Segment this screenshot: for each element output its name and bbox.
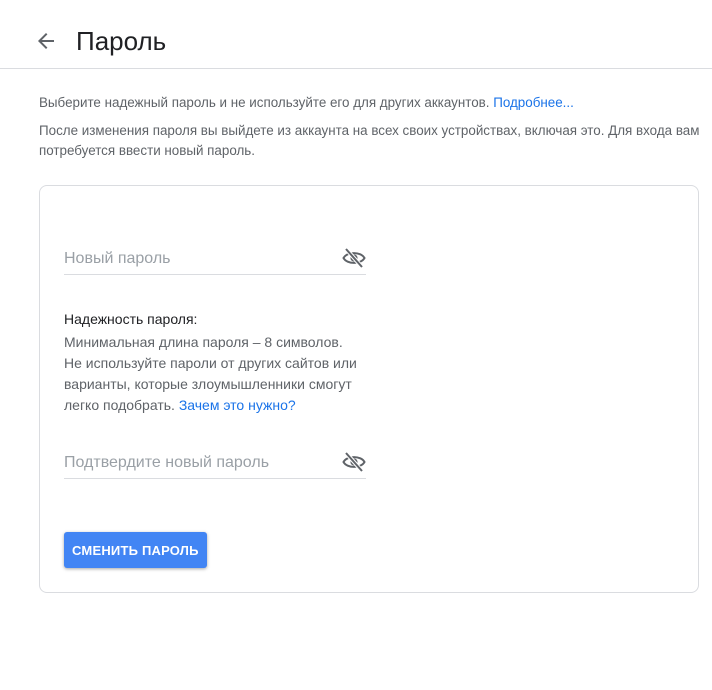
toggle-confirm-password-visibility-button[interactable] [342,451,366,473]
confirm-password-input[interactable] [64,450,324,476]
new-password-field [64,240,366,275]
change-password-button[interactable]: СМЕНИТЬ ПАРОЛЬ [64,532,207,568]
toggle-new-password-visibility-button[interactable] [342,247,366,269]
page-header: Пароль [0,0,712,69]
why-needed-link[interactable]: Зачем это нужно? [179,397,296,413]
intro-line-1: Выберите надежный пароль и не используйт… [39,95,494,110]
learn-more-link[interactable]: Подробнее... [493,95,574,110]
new-password-input[interactable] [64,246,324,272]
page-title: Пароль [76,26,167,56]
back-button[interactable] [34,29,58,53]
intro-text: Выберите надежный пароль и не используйт… [39,93,704,113]
eye-off-icon [342,247,366,269]
arrow-back-icon [38,33,54,49]
eye-off-icon [342,451,366,473]
intro-logout-notice: После изменения пароля вы выйдете из акк… [39,123,700,158]
password-form-card: Надежность пароля: Минимальная длина пар… [39,185,699,593]
confirm-password-field [64,444,366,479]
password-strength-text: Минимальная длина пароля – 8 символов. Н… [64,332,364,416]
password-strength-title: Надежность пароля: [64,311,198,327]
